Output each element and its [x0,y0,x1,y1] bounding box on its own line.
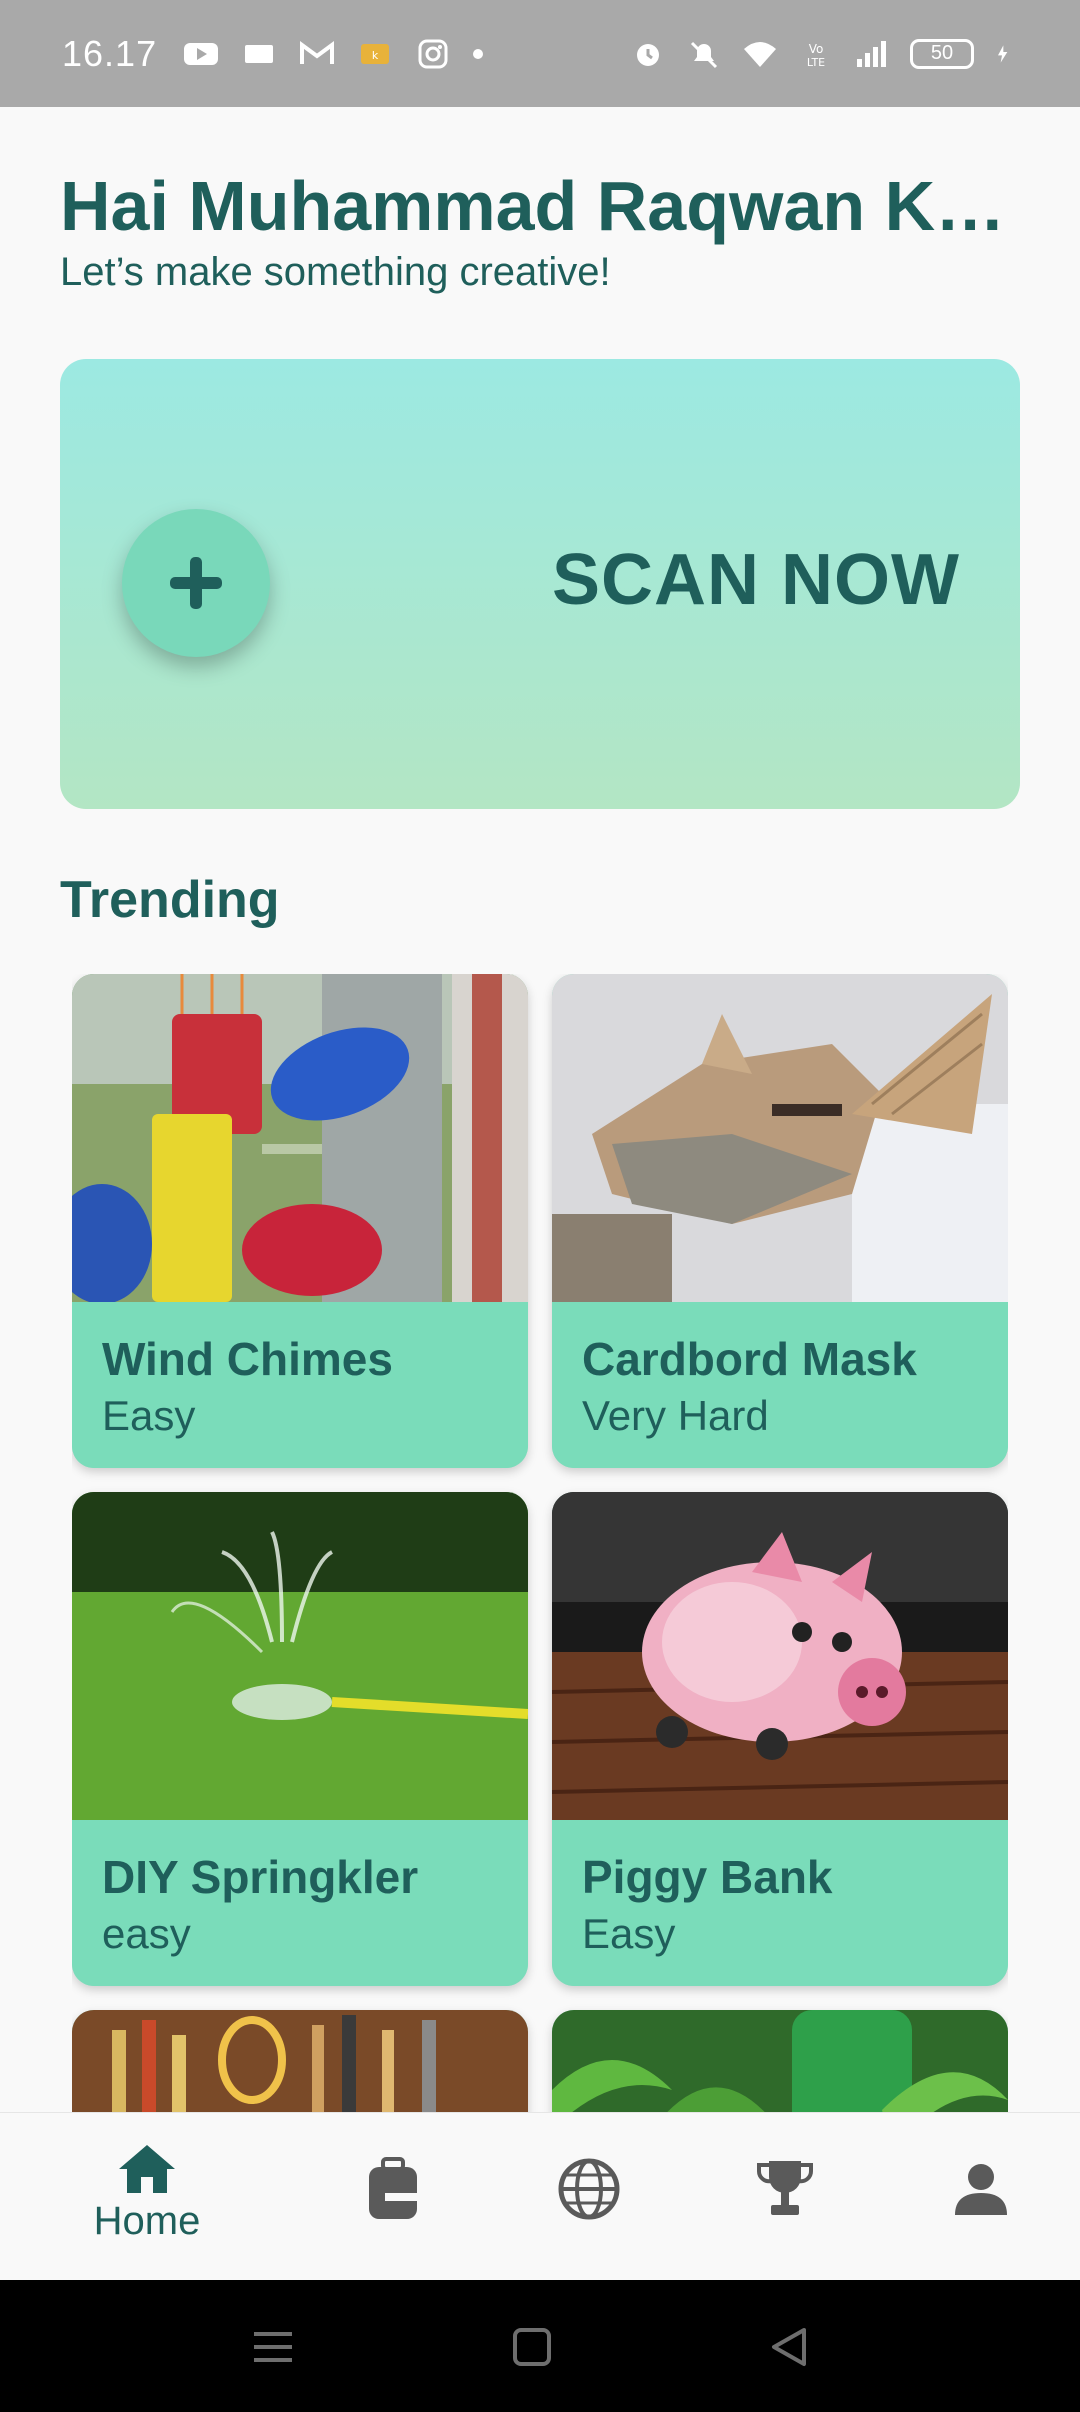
trending-card-piggy-bank[interactable]: Piggy Bank Easy [552,1492,1008,1986]
nav-home[interactable]: Home [77,2143,217,2263]
signal-icon [857,40,886,67]
back-icon[interactable] [764,2322,814,2372]
diy-springkler-info: DIY Springkler easy [72,1820,528,1986]
trending-grid: Wind Chimes Easy Cardbord Mask Very Hard [72,974,1008,2112]
svg-text:k: k [372,49,379,62]
nav-home-label: Home [93,2199,201,2243]
system-icons: Vo LTE 50 [630,38,1018,69]
status-time: 16.17 [62,32,158,74]
backpack-icon [369,2157,417,2219]
dot-icon [473,48,484,59]
instagram-icon [418,39,448,68]
trending-card-wind-chimes[interactable]: Wind Chimes Easy [72,974,528,1468]
home-button-icon[interactable] [507,2322,557,2372]
scan-now-card[interactable]: SCAN NOW [60,359,1020,809]
battery-icon: 50 [910,38,974,69]
card-difficulty: easy [102,1910,191,1957]
scan-add-button[interactable] [122,509,270,657]
nav-achievements[interactable] [715,2143,855,2263]
notification-icons: k [183,39,484,69]
card-title: DIY Springkler [102,1851,419,1903]
message-icon [245,44,274,63]
status-bar: 16.17 k Vo LTE 50 [0,0,1080,107]
svg-text:LTE: LTE [807,56,825,69]
card-difficulty: Easy [582,1910,676,1957]
scan-now-label: SCAN NOW [552,540,960,620]
app-icon: k [361,43,390,64]
card-title: Cardbord Mask [582,1333,917,1385]
cardbord-mask-info: Cardbord Mask Very Hard [552,1302,1008,1468]
wind-chimes-info: Wind Chimes Easy [72,1302,528,1468]
piggy-bank-info: Piggy Bank Easy [552,1820,1008,1986]
greeting-subtitle: Let’s make something creative! [60,250,611,294]
partial-card-image [552,2010,1008,2112]
trending-card-cardbord-mask[interactable]: Cardbord Mask Very Hard [552,974,1008,1468]
trending-card-partial-1[interactable] [72,2010,528,2112]
alarm-icon [637,43,659,66]
card-title: Piggy Bank [582,1851,833,1903]
gmail-icon [300,40,335,64]
nav-profile[interactable] [911,2143,1051,2263]
charging-icon [998,44,1008,63]
system-navigation-bar [0,2280,1080,2412]
mute-icon [690,41,718,68]
greeting-title: Hai Muhammad Raqwan Ka… [60,167,1020,245]
trending-card-partial-2[interactable] [552,2010,1008,2112]
cardbord-mask-image [552,974,1008,1302]
card-title: Wind Chimes [102,1333,393,1385]
nav-backpack[interactable] [323,2143,463,2263]
partial-card-image [72,2010,528,2112]
piggy-bank-image [552,1492,1008,1820]
diy-springkler-image [72,1492,528,1820]
card-difficulty: Very Hard [582,1392,769,1439]
trophy-icon [757,2161,813,2215]
volte-icon: VoLTE [807,42,825,69]
youtube-icon [184,42,219,65]
home-icon [119,2145,175,2193]
menu-icon[interactable] [248,2322,298,2372]
trending-card-diy-springkler[interactable]: DIY Springkler easy [72,1492,528,1986]
globe-icon [558,2158,620,2220]
wind-chimes-image [72,974,528,1302]
svg-text:Vo: Vo [809,42,824,56]
nav-explore[interactable] [519,2143,659,2263]
trending-title: Trending [60,871,280,929]
wifi-icon [744,41,776,67]
card-difficulty: Easy [102,1392,196,1439]
plus-icon [170,557,222,609]
bottom-navigation: Home [0,2112,1080,2280]
profile-icon [955,2164,1007,2215]
